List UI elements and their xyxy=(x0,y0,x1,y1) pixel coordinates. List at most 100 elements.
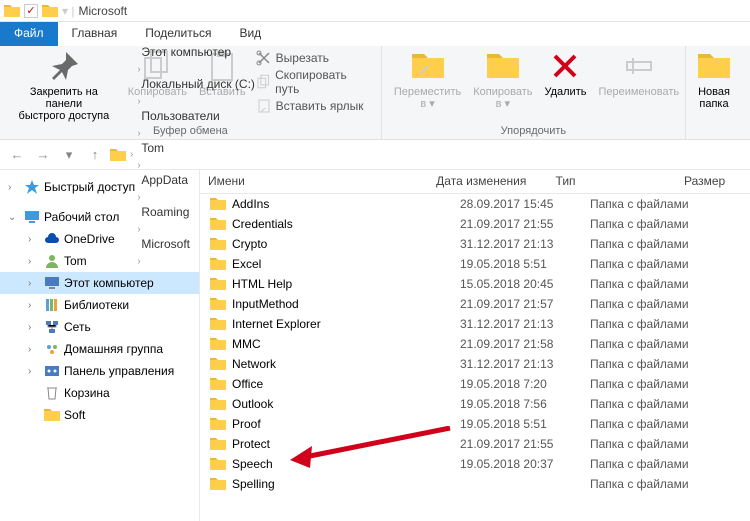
move-to-button[interactable]: Переместить в ▾ xyxy=(388,48,467,112)
tree-quick-access[interactable]: › Быстрый доступ xyxy=(0,176,199,198)
caret-down-icon[interactable]: ⌄ xyxy=(8,212,20,223)
chevron-right-icon[interactable]: › xyxy=(137,160,140,171)
folder-icon xyxy=(210,456,226,472)
delete-button[interactable]: Удалить xyxy=(538,48,592,100)
chevron-right-icon[interactable]: › xyxy=(137,96,140,107)
folder-icon xyxy=(210,256,226,272)
copy-to-button[interactable]: Копировать в ▾ xyxy=(467,48,538,112)
nav-recent-button[interactable]: ▾ xyxy=(58,144,80,166)
folder-icon xyxy=(210,356,226,372)
cut-button[interactable]: Вырезать xyxy=(256,50,371,66)
column-type[interactable]: Тип xyxy=(548,170,676,193)
rename-button[interactable]: Переименовать xyxy=(592,48,685,100)
pin-to-quick-access-button[interactable]: Закрепить на панели быстрого доступа xyxy=(6,48,122,124)
user-icon xyxy=(44,253,60,269)
folder-icon xyxy=(210,316,226,332)
folder-icon xyxy=(210,296,226,312)
delete-icon xyxy=(549,50,581,82)
list-item[interactable]: HTML Help15.05.2018 20:45Папка с файлами xyxy=(200,274,750,294)
folder-icon xyxy=(210,376,226,392)
window-title: Microsoft xyxy=(78,4,127,18)
folder-icon xyxy=(210,276,226,292)
tree-homegroup[interactable]: › Домашняя группа xyxy=(0,338,199,360)
column-date[interactable]: Дата изменения xyxy=(428,170,547,193)
folder-icon xyxy=(4,3,20,19)
new-folder-icon xyxy=(698,50,730,82)
list-item[interactable]: Office19.05.2018 7:20Папка с файлами xyxy=(200,374,750,394)
pin-icon xyxy=(48,50,80,82)
tree-onedrive[interactable]: › OneDrive xyxy=(0,228,199,250)
tree-soft-folder[interactable]: Soft xyxy=(0,404,199,426)
star-icon xyxy=(24,179,40,195)
titlebar: ✓ ▾ | Microsoft xyxy=(0,0,750,22)
tree-user[interactable]: › Tom xyxy=(0,250,199,272)
folder-icon xyxy=(210,476,226,492)
folder-icon xyxy=(210,436,226,452)
tab-file[interactable]: Файл xyxy=(0,22,58,46)
move-to-icon xyxy=(412,50,444,82)
folder-icon xyxy=(210,336,226,352)
list-item[interactable]: Speech19.05.2018 20:37Папка с файлами xyxy=(200,454,750,474)
libraries-icon xyxy=(44,297,60,313)
nav-back-button[interactable]: ← xyxy=(6,144,28,166)
copy-path-button[interactable]: Скопировать путь xyxy=(256,68,371,96)
tab-home[interactable]: Главная xyxy=(58,22,132,46)
copy-to-icon xyxy=(487,50,519,82)
tree-desktop[interactable]: ⌄ Рабочий стол xyxy=(0,206,199,228)
list-item[interactable]: Internet Explorer31.12.2017 21:13Папка с… xyxy=(200,314,750,334)
list-item[interactable]: Outlook19.05.2018 7:56Папка с файлами xyxy=(200,394,750,414)
nav-up-button[interactable]: ↑ xyxy=(84,144,106,166)
list-item[interactable]: Proof19.05.2018 5:51Папка с файлами xyxy=(200,414,750,434)
chevron-right-icon[interactable]: › xyxy=(137,64,140,75)
folder-icon xyxy=(210,396,226,412)
caret-right-icon[interactable]: › xyxy=(28,322,40,333)
tree-control-panel[interactable]: › Панель управления xyxy=(0,360,199,382)
navigation-tree[interactable]: › Быстрый доступ ⌄ Рабочий стол › OneDri… xyxy=(0,170,200,521)
cloud-icon xyxy=(44,231,60,247)
folder-icon xyxy=(42,3,58,19)
list-item[interactable]: InputMethod21.09.2017 21:57Папка с файла… xyxy=(200,294,750,314)
file-list[interactable]: Имени Дата изменения Тип Размер AddIns28… xyxy=(200,170,750,521)
caret-right-icon[interactable]: › xyxy=(28,300,40,311)
list-item[interactable]: MMC21.09.2017 21:58Папка с файлами xyxy=(200,334,750,354)
caret-right-icon[interactable]: › xyxy=(8,182,20,193)
tree-libraries[interactable]: › Библиотеки xyxy=(0,294,199,316)
caret-right-icon[interactable]: › xyxy=(28,278,40,289)
recycle-bin-icon xyxy=(44,385,60,401)
homegroup-icon xyxy=(44,341,60,357)
pc-icon xyxy=(44,275,60,291)
ribbon-group-label: Упорядочить xyxy=(388,125,679,139)
caret-right-icon[interactable]: › xyxy=(28,234,40,245)
list-item[interactable]: SpellingПапка с файлами xyxy=(200,474,750,494)
list-header: Имени Дата изменения Тип Размер xyxy=(200,170,750,194)
list-item[interactable]: Network31.12.2017 21:13Папка с файлами xyxy=(200,354,750,374)
paste-shortcut-button[interactable]: Вставить ярлык xyxy=(256,98,371,114)
column-size[interactable]: Размер xyxy=(676,170,750,193)
breadcrumb-segment[interactable]: Tom xyxy=(137,139,259,157)
caret-right-icon[interactable]: › xyxy=(28,366,40,377)
network-icon xyxy=(44,319,60,335)
qat-checkbox-icon[interactable]: ✓ xyxy=(24,4,38,18)
chevron-right-icon[interactable]: › xyxy=(130,149,133,160)
new-folder-button[interactable]: Новая папка xyxy=(692,48,736,112)
chevron-right-icon[interactable]: › xyxy=(137,128,140,139)
column-name[interactable]: Имени xyxy=(200,170,428,193)
folder-icon xyxy=(210,196,226,212)
ribbon-tabs: Файл Главная Поделиться Вид xyxy=(0,22,750,46)
breadcrumb-segment[interactable]: Этот компьютер xyxy=(137,43,259,61)
list-item[interactable]: Excel19.05.2018 5:51Папка с файлами xyxy=(200,254,750,274)
folder-icon xyxy=(210,216,226,232)
list-item[interactable]: Credentials21.09.2017 21:55Папка с файла… xyxy=(200,214,750,234)
tree-this-pc[interactable]: › Этот компьютер xyxy=(0,272,199,294)
caret-right-icon[interactable]: › xyxy=(28,256,40,267)
list-item[interactable]: Crypto31.12.2017 21:13Папка с файлами xyxy=(200,234,750,254)
separator: ▾ | xyxy=(62,4,74,18)
list-item[interactable]: AddIns28.09.2017 15:45Папка с файлами xyxy=(200,194,750,214)
list-item[interactable]: Protect21.09.2017 21:55Папка с файлами xyxy=(200,434,750,454)
tree-network[interactable]: › Сеть xyxy=(0,316,199,338)
breadcrumb-segment[interactable]: Пользователи xyxy=(137,107,259,125)
caret-right-icon[interactable]: › xyxy=(28,344,40,355)
nav-forward-button[interactable]: → xyxy=(32,144,54,166)
tree-recycle-bin[interactable]: Корзина xyxy=(0,382,199,404)
breadcrumb-segment[interactable]: Локальный диск (C:) xyxy=(137,75,259,93)
